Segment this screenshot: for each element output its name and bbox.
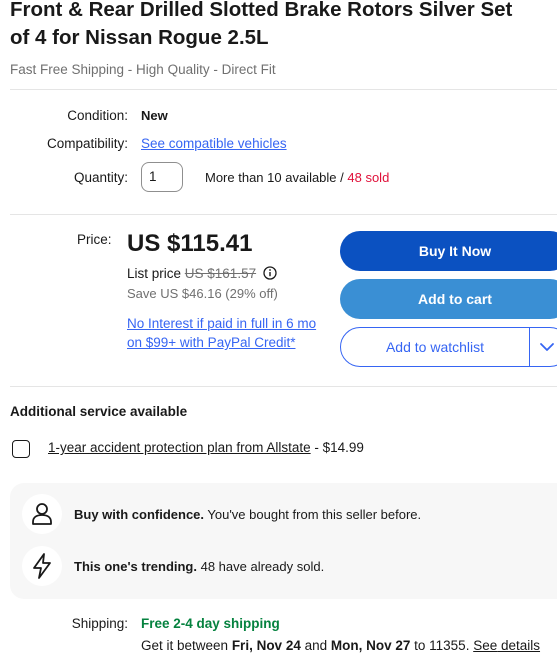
shipping-label: Shipping: — [71, 616, 128, 631]
add-to-watchlist-button[interactable]: Add to watchlist — [340, 327, 557, 367]
confidence-row-1: Buy with confidence. You've bought from … — [74, 507, 421, 522]
watchlist-label: Add to watchlist — [385, 339, 485, 355]
trending-text: 48 have already sold. — [197, 559, 325, 574]
see-details-link[interactable]: See details — [473, 638, 540, 653]
delivery-date-end: Mon, Nov 27 — [330, 638, 411, 653]
availability: More than 10 available / 48 sold — [205, 170, 389, 185]
sold-count: 48 sold — [347, 170, 390, 185]
protection-plan-checkbox[interactable] — [12, 440, 30, 458]
trending-icon-wrap — [22, 546, 62, 586]
savings: Save US $46.16 (29% off) — [127, 286, 278, 301]
availability-text: More than 10 available / — [205, 170, 348, 185]
confidence-panel — [10, 483, 557, 599]
buy-it-now-button[interactable]: Buy It Now — [340, 231, 557, 271]
paypal-financing-link[interactable]: No Interest if paid in full in 6 mo on $… — [127, 314, 322, 352]
divider — [10, 386, 557, 387]
product-subtitle: Fast Free Shipping - High Quality - Dire… — [10, 62, 276, 77]
info-icon[interactable] — [263, 266, 277, 280]
chevron-down-icon[interactable] — [537, 339, 557, 355]
confidence-bold: Buy with confidence. — [74, 507, 205, 522]
additional-service-heading: Additional service available — [10, 404, 188, 419]
details-word: details — [501, 638, 541, 653]
trending-row: This one's trending. 48 have already sol… — [74, 559, 324, 574]
delivery-and: and — [300, 638, 331, 653]
condition-label: Condition: — [67, 108, 128, 123]
person-icon — [32, 503, 52, 525]
add-to-cart-button[interactable]: Add to cart — [340, 279, 557, 319]
product-title: Front & Rear Drilled Slotted Brake Rotor… — [10, 0, 557, 52]
price-label: Price: — [77, 232, 112, 247]
free-shipping: Free 2-4 day shipping — [141, 616, 280, 631]
title-line-1: Front & Rear Drilled Slotted Brake Rotor… — [10, 0, 513, 21]
lightning-icon — [33, 553, 51, 579]
title-line-2: of 4 for Nissan Rogue 2.5L — [10, 26, 269, 49]
see-word: See — [473, 638, 498, 653]
protection-plan: 1-year accident protection plan from All… — [48, 440, 364, 455]
delivery-text: Get it between — [141, 638, 232, 653]
delivery-zip: to 11355. — [410, 638, 474, 653]
trending-bold: This one's trending. — [74, 559, 197, 574]
list-price-label: List price — [127, 266, 185, 281]
quantity-input[interactable]: 1 — [141, 162, 183, 192]
quantity-label: Quantity: — [73, 170, 128, 185]
protection-plan-link[interactable]: 1-year accident protection plan from All… — [48, 440, 311, 455]
price-value: US $115.41 — [127, 230, 253, 257]
list-price: List price US $161.57 — [127, 266, 277, 281]
confidence-icon-wrap — [22, 494, 62, 534]
see-compatible-vehicles-link[interactable]: See compatible vehicles — [141, 136, 287, 151]
protection-plan-price: - $14.99 — [310, 440, 364, 455]
condition-value: New — [141, 108, 168, 123]
divider — [10, 214, 557, 215]
confidence-text: You've bought from this seller before. — [204, 507, 422, 522]
compatibility-label: Compatibility: — [46, 136, 128, 151]
watchlist-divider — [529, 328, 530, 366]
list-price-value: US $161.57 — [184, 266, 257, 281]
delivery-estimate: Get it between Fri, Nov 24 and Mon, Nov … — [141, 636, 541, 656]
divider — [10, 89, 557, 90]
delivery-date-start: Fri, Nov 24 — [231, 638, 301, 653]
